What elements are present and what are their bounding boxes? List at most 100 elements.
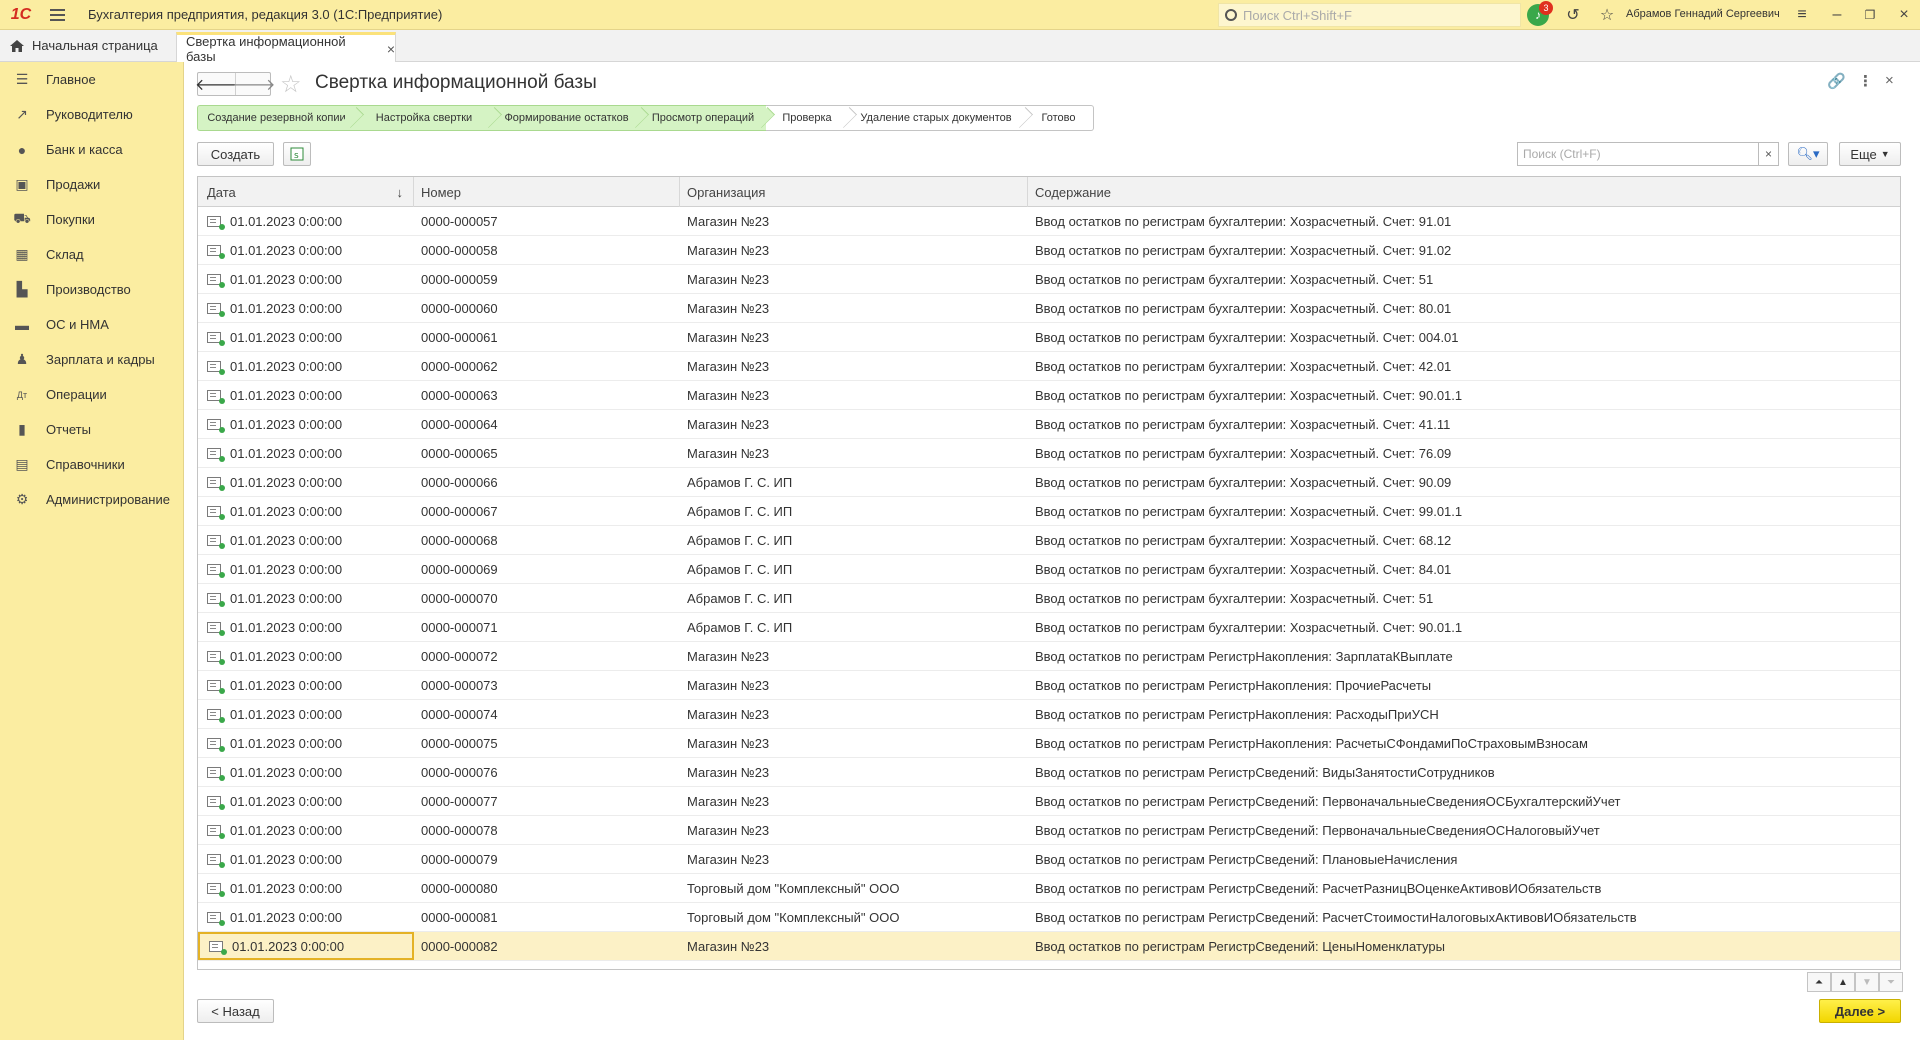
cell-text: 0000-000066 bbox=[421, 474, 498, 490]
sidebar-item-director[interactable]: ↗ Руководителю bbox=[0, 97, 184, 132]
bar-chart-icon: ▮ bbox=[18, 421, 26, 437]
more-vertical-icon[interactable]: ⋮ bbox=[1858, 72, 1873, 90]
scroll-down-icon[interactable]: ▼ bbox=[1855, 972, 1879, 992]
table-row[interactable]: 01.01.2023 0:00:00 0000-000070 Абрамов Г. … bbox=[198, 584, 1900, 613]
table-row[interactable]: 01.01.2023 0:00:00 0000-000078 Магазин №23… bbox=[198, 816, 1900, 845]
step-done[interactable]: Готово bbox=[1024, 105, 1094, 131]
table-row[interactable]: 01.01.2023 0:00:00 0000-000072 Магазин №23… bbox=[198, 642, 1900, 671]
table-row[interactable]: 01.01.2023 0:00:00 0000-000082 Магазин №23… bbox=[198, 932, 1900, 961]
scroll-first-icon[interactable]: ⏶ bbox=[1807, 972, 1831, 992]
cell-number: 0000-000068 bbox=[414, 526, 680, 554]
table-row[interactable]: 01.01.2023 0:00:00 0000-000059 Магазин №23… bbox=[198, 265, 1900, 294]
cell-text: 01.01.2023 0:00:00 bbox=[230, 242, 343, 258]
dt-kt-icon: Дт bbox=[16, 389, 28, 400]
step-check[interactable]: Проверка bbox=[766, 105, 848, 131]
scroll-up-icon[interactable]: ▲ bbox=[1831, 972, 1855, 992]
scroll-last-icon[interactable]: ⏷ bbox=[1879, 972, 1903, 992]
table-row[interactable]: 01.01.2023 0:00:00 0000-000081 Торговый до… bbox=[198, 903, 1900, 932]
table-row[interactable]: 01.01.2023 0:00:00 0000-000076 Магазин №23… bbox=[198, 758, 1900, 787]
table-row[interactable]: 01.01.2023 0:00:00 0000-000064 Магазин №23… bbox=[198, 410, 1900, 439]
sidebar-item-main[interactable]: ☰ Главное bbox=[0, 62, 184, 97]
cell-date: 01.01.2023 0:00:00 bbox=[198, 845, 414, 873]
table-row[interactable]: 01.01.2023 0:00:00 0000-000067 Абрамов Г. … bbox=[198, 497, 1900, 526]
export-excel-button[interactable]: s bbox=[283, 142, 311, 166]
sidebar-item-admin[interactable]: ⚙ Администрирование bbox=[0, 482, 184, 517]
table-row[interactable]: 01.01.2023 0:00:00 0000-000074 Магазин №23… bbox=[198, 700, 1900, 729]
tab-svertka[interactable]: Свертка информационной базы × bbox=[176, 32, 396, 64]
table-row[interactable]: 01.01.2023 0:00:00 0000-000077 Магазин №23… bbox=[198, 787, 1900, 816]
restore-icon[interactable]: ❐ bbox=[1859, 4, 1881, 26]
table-row[interactable]: 01.01.2023 0:00:00 0000-000062 Магазин №23… bbox=[198, 352, 1900, 381]
forward-arrow-icon[interactable]: 🡒 bbox=[233, 73, 275, 95]
main-menu-icon[interactable] bbox=[42, 0, 72, 30]
step-balances[interactable]: Формирование остатков bbox=[493, 105, 640, 131]
cell-content: Ввод остатков по регистрам бухгалтерии: … bbox=[1028, 323, 1900, 351]
sidebar-item-assets[interactable]: ▬ ОС и НМА bbox=[0, 307, 184, 342]
close-window-icon[interactable]: × bbox=[1893, 4, 1915, 26]
step-backup[interactable]: Создание резервной копии bbox=[197, 105, 355, 131]
sidebar-item-warehouse[interactable]: ▦ Склад bbox=[0, 237, 184, 272]
sidebar-item-production[interactable]: ▙ Производство bbox=[0, 272, 184, 307]
search-clear-icon[interactable]: × bbox=[1759, 142, 1779, 166]
history-icon[interactable]: ↺ bbox=[1562, 4, 1584, 26]
sidebar-item-bank[interactable]: ● Банк и касса bbox=[0, 132, 184, 167]
link-icon[interactable]: 🔗 bbox=[1827, 72, 1846, 90]
sidebar-item-directories[interactable]: ▤ Справочники bbox=[0, 447, 184, 482]
posted-document-icon bbox=[207, 737, 225, 752]
sidebar-item-salary[interactable]: ♟ Зарплата и кадры bbox=[0, 342, 184, 377]
minimize-icon[interactable]: – bbox=[1826, 4, 1848, 26]
next-button[interactable]: Далее > bbox=[1819, 999, 1901, 1023]
table-row[interactable]: 01.01.2023 0:00:00 0000-000060 Магазин №23… bbox=[198, 294, 1900, 323]
create-button[interactable]: Создать bbox=[197, 142, 274, 166]
column-header-number[interactable]: Номер bbox=[414, 177, 680, 207]
sidebar-item-purchases[interactable]: ⛟ Покупки bbox=[0, 202, 184, 237]
sidebar-item-sales[interactable]: ▣ Продажи bbox=[0, 167, 184, 202]
cell-organization: Магазин №23 bbox=[680, 729, 1028, 757]
global-search-input[interactable]: Поиск Ctrl+Shift+F bbox=[1218, 3, 1521, 27]
sidebar-item-reports[interactable]: ▮ Отчеты bbox=[0, 412, 184, 447]
column-header-content[interactable]: Содержание bbox=[1028, 177, 1900, 207]
step-settings[interactable]: Настройка свертки bbox=[355, 105, 493, 131]
settings-menu-icon[interactable]: ≡ bbox=[1791, 4, 1813, 26]
table-row[interactable]: 01.01.2023 0:00:00 0000-000066 Абрамов Г. … bbox=[198, 468, 1900, 497]
cell-text: 0000-000060 bbox=[421, 300, 498, 316]
cell-content: Ввод остатков по регистрам бухгалтерии: … bbox=[1028, 381, 1900, 409]
table-row[interactable]: 01.01.2023 0:00:00 0000-000079 Магазин №23… bbox=[198, 845, 1900, 874]
sidebar-item-operations[interactable]: Дт Операции bbox=[0, 377, 184, 412]
table-row[interactable]: 01.01.2023 0:00:00 0000-000058 Магазин №23… bbox=[198, 236, 1900, 265]
sidebar-item-label: Банк и касса bbox=[46, 142, 123, 157]
cell-text: Ввод остатков по регистрам бухгалтерии: … bbox=[1035, 300, 1452, 316]
operations-table[interactable]: Дата ↓ Номер Организация Содержание 01.0… bbox=[197, 176, 1901, 970]
cell-number: 0000-000067 bbox=[414, 497, 680, 525]
search-button[interactable]: 🔍︎▾ bbox=[1788, 142, 1828, 166]
column-header-date[interactable]: Дата ↓ bbox=[198, 177, 414, 207]
close-form-icon[interactable]: × bbox=[1885, 72, 1894, 89]
more-button[interactable]: Еще ▼ bbox=[1839, 142, 1901, 166]
tab-home[interactable]: Начальная страница bbox=[0, 30, 175, 61]
step-delete-old[interactable]: Удаление старых документов bbox=[848, 105, 1024, 131]
table-row[interactable]: 01.01.2023 0:00:00 0000-000071 Абрамов Г. … bbox=[198, 613, 1900, 642]
table-row[interactable]: 01.01.2023 0:00:00 0000-000065 Магазин №23… bbox=[198, 439, 1900, 468]
table-row[interactable]: 01.01.2023 0:00:00 0000-000068 Абрамов Г. … bbox=[198, 526, 1900, 555]
cell-text: 0000-000064 bbox=[421, 416, 498, 432]
table-row[interactable]: 01.01.2023 0:00:00 0000-000073 Магазин №23… bbox=[198, 671, 1900, 700]
table-row[interactable]: 01.01.2023 0:00:00 0000-000080 Торговый до… bbox=[198, 874, 1900, 903]
back-arrow-icon[interactable]: 🡐 bbox=[195, 73, 238, 95]
list-search-input[interactable]: Поиск (Ctrl+F) bbox=[1517, 142, 1759, 166]
step-view-operations[interactable]: Просмотр операций bbox=[640, 105, 766, 131]
table-row[interactable]: 01.01.2023 0:00:00 0000-000063 Магазин №23… bbox=[198, 381, 1900, 410]
column-header-organization[interactable]: Организация bbox=[680, 177, 1028, 207]
tab-close-icon[interactable]: × bbox=[387, 41, 395, 57]
table-row[interactable]: 01.01.2023 0:00:00 0000-000075 Магазин №23… bbox=[198, 729, 1900, 758]
table-row[interactable]: 01.01.2023 0:00:00 0000-000069 Абрамов Г. … bbox=[198, 555, 1900, 584]
table-row[interactable]: 01.01.2023 0:00:00 0000-000057 Магазин №23… bbox=[198, 207, 1900, 236]
cell-text: 01.01.2023 0:00:00 bbox=[230, 416, 343, 432]
favorites-star-icon[interactable]: ☆ bbox=[1596, 4, 1618, 26]
table-row[interactable]: 01.01.2023 0:00:00 0000-000061 Магазин №23… bbox=[198, 323, 1900, 352]
cell-text: Ввод остатков по регистрам РегистрСведен… bbox=[1035, 793, 1621, 809]
back-button[interactable]: < Назад bbox=[197, 999, 274, 1023]
favorite-star-icon[interactable]: ☆ bbox=[280, 70, 302, 99]
cell-text: Магазин №23 bbox=[687, 358, 770, 374]
posted-document-icon bbox=[207, 853, 225, 868]
user-name[interactable]: Абрамов Геннадий Сергеевич bbox=[1626, 8, 1780, 20]
